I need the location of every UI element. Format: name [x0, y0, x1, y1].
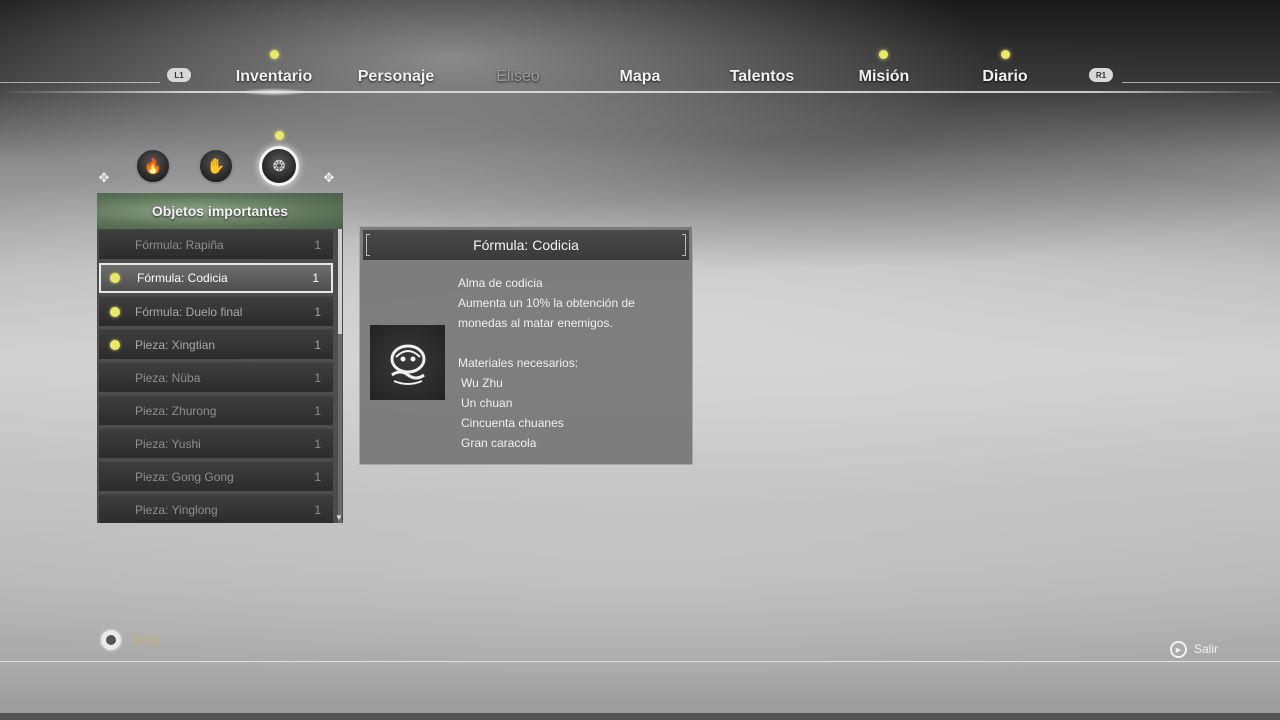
scroll-down-arrow-icon: ▼: [335, 513, 343, 522]
list-item-pieza-xingtian[interactable]: Pieza: Xingtian 1: [99, 329, 333, 359]
list-item-formula-duelo-final[interactable]: Fórmula: Duelo final 1: [99, 296, 333, 326]
list-item-pieza-zhurong[interactable]: Pieza: Zhurong 1: [99, 395, 333, 425]
right-shoulder-label: R1: [1095, 70, 1107, 80]
title-bracket-right: [682, 234, 686, 256]
detail-description-line1: Aumenta un 10% la obtención de: [458, 296, 635, 310]
list-item-formula-codicia[interactable]: Fórmula: Codicia 1: [99, 263, 333, 293]
move-right-icon: ✥: [323, 170, 335, 185]
tab-mapa[interactable]: Mapa: [585, 68, 695, 86]
tab-mision[interactable]: Misión: [829, 68, 939, 86]
relic-emblem-icon: [390, 344, 425, 385]
new-item-dot: [110, 340, 120, 350]
nav-right-line: [1122, 82, 1280, 83]
list-item-name: Pieza: Zhurong: [135, 404, 217, 418]
category-relic-notification-dot: [275, 131, 284, 140]
new-item-dot: [110, 273, 120, 283]
detail-description-line2: monedas al matar enemigos.: [458, 316, 613, 330]
relic-item-image: [370, 325, 445, 400]
list-item-qty: 1: [314, 238, 321, 252]
list-item-qty: 1: [314, 503, 321, 517]
detail-material-4: Gran caracola: [461, 436, 537, 450]
tab-talentos[interactable]: Talentos: [707, 68, 817, 86]
list-item-qty: 1: [314, 371, 321, 385]
list-item-qty: 1: [312, 271, 319, 285]
category-flame-icon[interactable]: 🔥: [135, 148, 171, 184]
tab-diario-notification-dot: [1001, 50, 1010, 59]
list-item-name: Fórmula: Duelo final: [135, 305, 243, 319]
footer-bar: [0, 662, 1280, 720]
currency-value: 3203: [131, 633, 160, 648]
list-item-pieza-nuba[interactable]: Pieza: Nüba 1: [99, 362, 333, 392]
category-hand-icon[interactable]: ✋: [198, 148, 234, 184]
tab-eliseo[interactable]: Eliseo: [463, 68, 573, 86]
right-shoulder-button-icon[interactable]: R1: [1089, 68, 1113, 82]
tab-mision-notification-dot: [879, 50, 888, 59]
list-item-name: Pieza: Yinglong: [135, 503, 218, 517]
list-item-name: Pieza: Gong Gong: [135, 470, 234, 484]
item-list: Fórmula: Rapiña 1 Fórmula: Codicia 1 Fór…: [97, 229, 343, 523]
list-item-qty: 1: [314, 338, 321, 352]
list-item-pieza-gong-gong[interactable]: Pieza: Gong Gong 1: [99, 461, 333, 491]
title-bracket-left: [366, 234, 370, 256]
tab-diario[interactable]: Diario: [950, 68, 1060, 86]
detail-title-bar: Fórmula: Codicia: [363, 230, 689, 260]
list-item-qty: 1: [314, 437, 321, 451]
new-item-dot: [110, 307, 120, 317]
category-relic-icon[interactable]: ❂: [259, 146, 299, 186]
tab-inventario[interactable]: Inventario: [219, 68, 329, 96]
exit-button[interactable]: Salir: [1194, 642, 1218, 656]
list-item-qty: 1: [314, 305, 321, 319]
detail-materials-label: Materiales necesarios:: [458, 356, 579, 370]
nav-divider: [0, 91, 1280, 93]
move-left-icon: ✥: [98, 170, 110, 185]
left-shoulder-button-icon[interactable]: L1: [167, 68, 191, 82]
list-item-pieza-yushi[interactable]: Pieza: Yushi 1: [99, 428, 333, 458]
detail-material-1: Wu Zhu: [461, 376, 503, 390]
nav-left-line: [0, 82, 160, 83]
list-scroll-thumb[interactable]: [338, 229, 342, 334]
detail-material-3: Cincuenta chuanes: [461, 416, 564, 430]
list-header: Objetos importantes: [97, 193, 343, 229]
list-scrollbar[interactable]: [338, 229, 342, 523]
list-item-name: Pieza: Yushi: [135, 437, 201, 451]
list-item-name: Pieza: Xingtian: [135, 338, 216, 352]
currency-coin-icon: [99, 628, 123, 652]
tab-personaje[interactable]: Personaje: [341, 68, 451, 86]
detail-material-2: Un chuan: [461, 396, 513, 410]
left-shoulder-label: L1: [174, 70, 184, 80]
footer-strip: [0, 713, 1280, 720]
tab-inventario-notification-dot: [270, 50, 279, 59]
list-item-qty: 1: [314, 404, 321, 418]
detail-title: Fórmula: Codicia: [473, 237, 579, 253]
list-item-name: Fórmula: Codicia: [137, 271, 228, 285]
circle-button-icon[interactable]: ▶: [1170, 641, 1187, 658]
list-item-qty: 1: [314, 470, 321, 484]
list-item-name: Fórmula: Rapiña: [135, 238, 224, 252]
item-detail-panel: Fórmula: Codicia Alma de codicia Aumenta…: [359, 226, 693, 465]
list-item-pieza-yinglong[interactable]: Pieza: Yinglong 1: [99, 494, 333, 523]
detail-subtitle: Alma de codicia: [458, 276, 543, 290]
list-item-formula-rapina[interactable]: Fórmula: Rapiña 1: [99, 229, 333, 259]
list-item-name: Pieza: Nüba: [135, 371, 201, 385]
